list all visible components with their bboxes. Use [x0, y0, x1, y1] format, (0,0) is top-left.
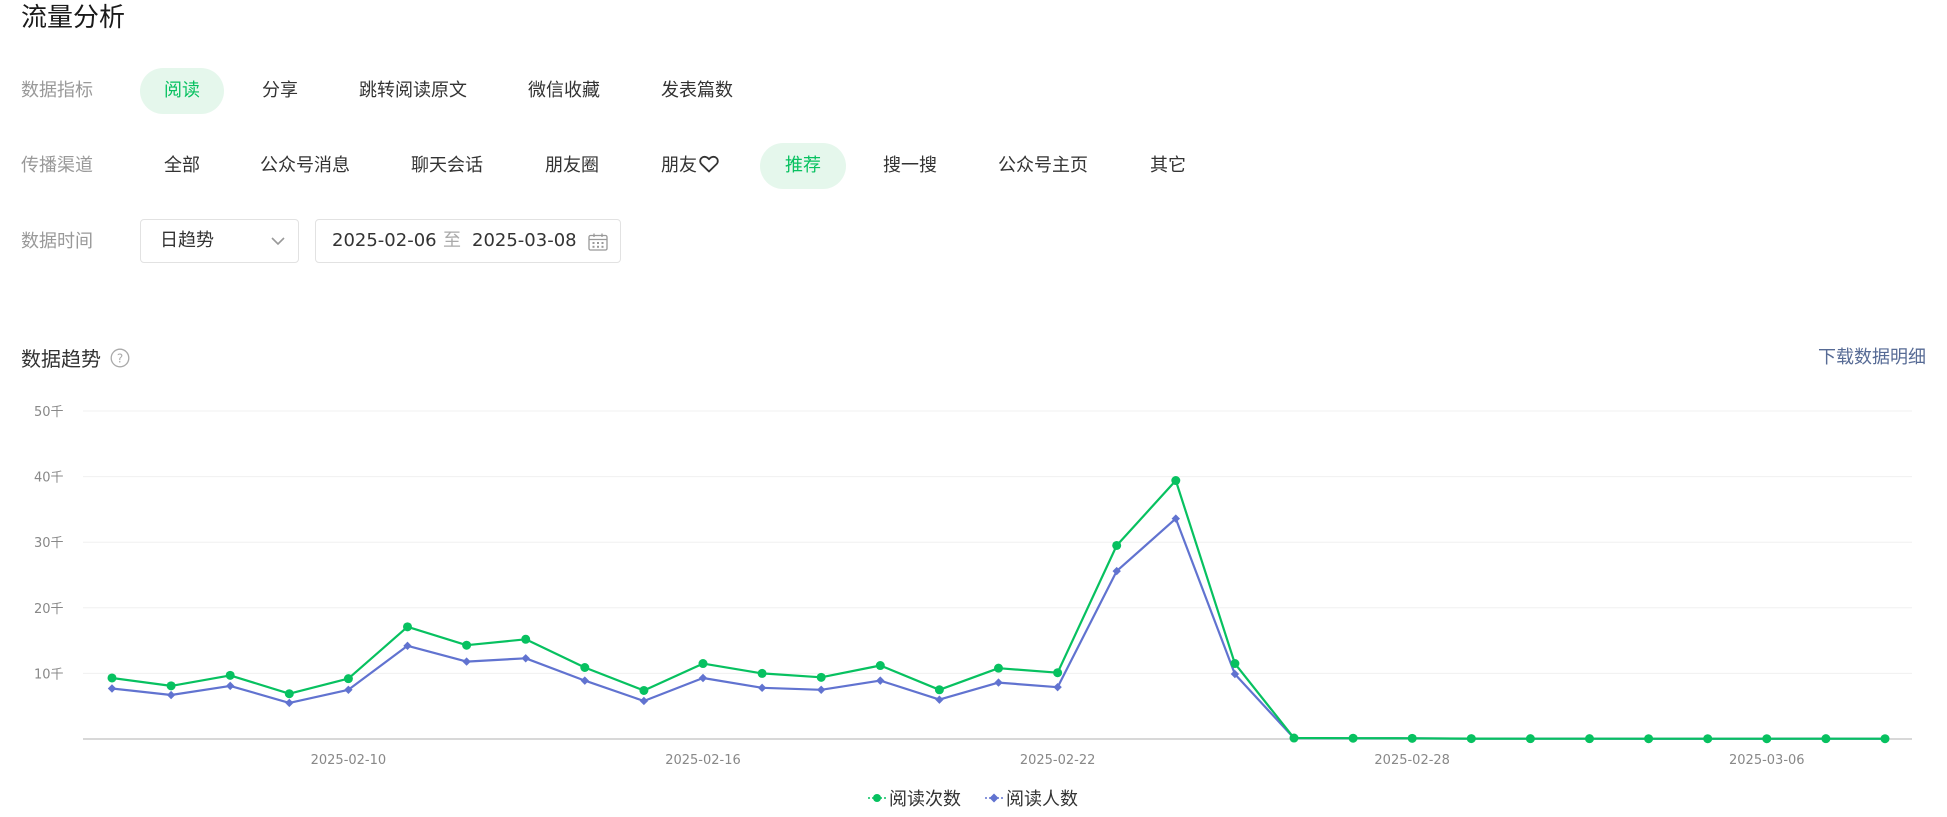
data-point-reads	[816, 672, 826, 682]
data-point-reads	[462, 640, 472, 650]
data-point-reads	[1703, 734, 1713, 744]
data-point-readers	[698, 673, 708, 683]
data-point-reads	[521, 634, 531, 644]
data-point-reads	[1585, 734, 1594, 744]
data-point-reads	[1466, 734, 1476, 744]
data-point-readers	[876, 676, 885, 685]
data-point-reads	[580, 662, 590, 672]
data-point-readers	[285, 698, 294, 708]
data-point-reads	[1112, 540, 1122, 550]
data-point-reads	[1821, 734, 1831, 744]
data-point-readers	[226, 681, 235, 691]
x-tick-label: 2025-02-22	[1020, 753, 1096, 768]
x-tick-label: 2025-03-06	[1729, 753, 1805, 768]
data-point-reads	[1525, 734, 1535, 744]
data-point-readers	[994, 678, 1003, 687]
legend-circle-icon	[868, 794, 886, 802]
data-point-reads	[994, 663, 1003, 673]
data-point-reads	[1644, 734, 1654, 744]
data-point-readers	[639, 696, 649, 706]
data-point-readers	[107, 684, 117, 693]
series-line-reads	[111, 479, 1885, 740]
trend-line-chart: 10千 20千 30千 40千 50千 2025-02-10 2025-02-16 2025-…	[34, 405, 1912, 768]
y-tick-label: 10千	[34, 667, 64, 682]
data-point-reads	[403, 622, 412, 632]
legend-label-readers: 阅读人数	[1006, 789, 1078, 810]
data-point-reads	[1289, 733, 1299, 743]
series-line-readers	[111, 517, 1886, 740]
data-point-readers	[817, 685, 826, 694]
data-point-reads	[639, 685, 649, 695]
legend-label-reads: 阅读次数	[889, 789, 961, 810]
data-point-readers	[1053, 682, 1062, 692]
data-point-readers	[580, 676, 589, 685]
data-point-reads	[757, 668, 767, 678]
legend-item-readers[interactable]: 阅读人数	[985, 789, 1078, 811]
data-point-reads	[284, 689, 294, 699]
y-tick-label: 50千	[34, 405, 64, 420]
data-point-reads	[1880, 734, 1890, 744]
data-point-reads	[698, 659, 708, 669]
y-tick-label: 40千	[34, 471, 64, 486]
data-point-readers	[166, 690, 176, 700]
data-point-readers	[462, 657, 471, 666]
x-tick-label: 2025-02-28	[1374, 753, 1450, 768]
y-tick-label: 20千	[34, 602, 64, 617]
data-point-reads	[225, 670, 235, 680]
data-point-reads	[1348, 733, 1358, 743]
x-tick-label: 2025-02-16	[665, 753, 741, 768]
data-point-reads	[1230, 659, 1240, 669]
x-tick-label: 2025-02-10	[311, 753, 387, 768]
data-point-reads	[107, 673, 117, 683]
data-point-reads	[1053, 668, 1063, 678]
data-point-reads	[934, 685, 944, 695]
legend-diamond-icon	[985, 793, 1003, 803]
data-point-readers	[757, 683, 767, 693]
data-point-reads	[875, 661, 885, 671]
data-point-readers	[935, 695, 944, 704]
data-point-reads	[1407, 733, 1417, 743]
data-point-reads	[1762, 734, 1772, 744]
data-point-reads	[166, 681, 176, 691]
data-point-readers	[521, 654, 530, 663]
legend-item-reads[interactable]: 阅读次数	[868, 789, 961, 811]
y-tick-label: 30千	[34, 536, 64, 551]
data-point-reads	[343, 674, 353, 684]
data-point-reads	[1171, 476, 1181, 486]
